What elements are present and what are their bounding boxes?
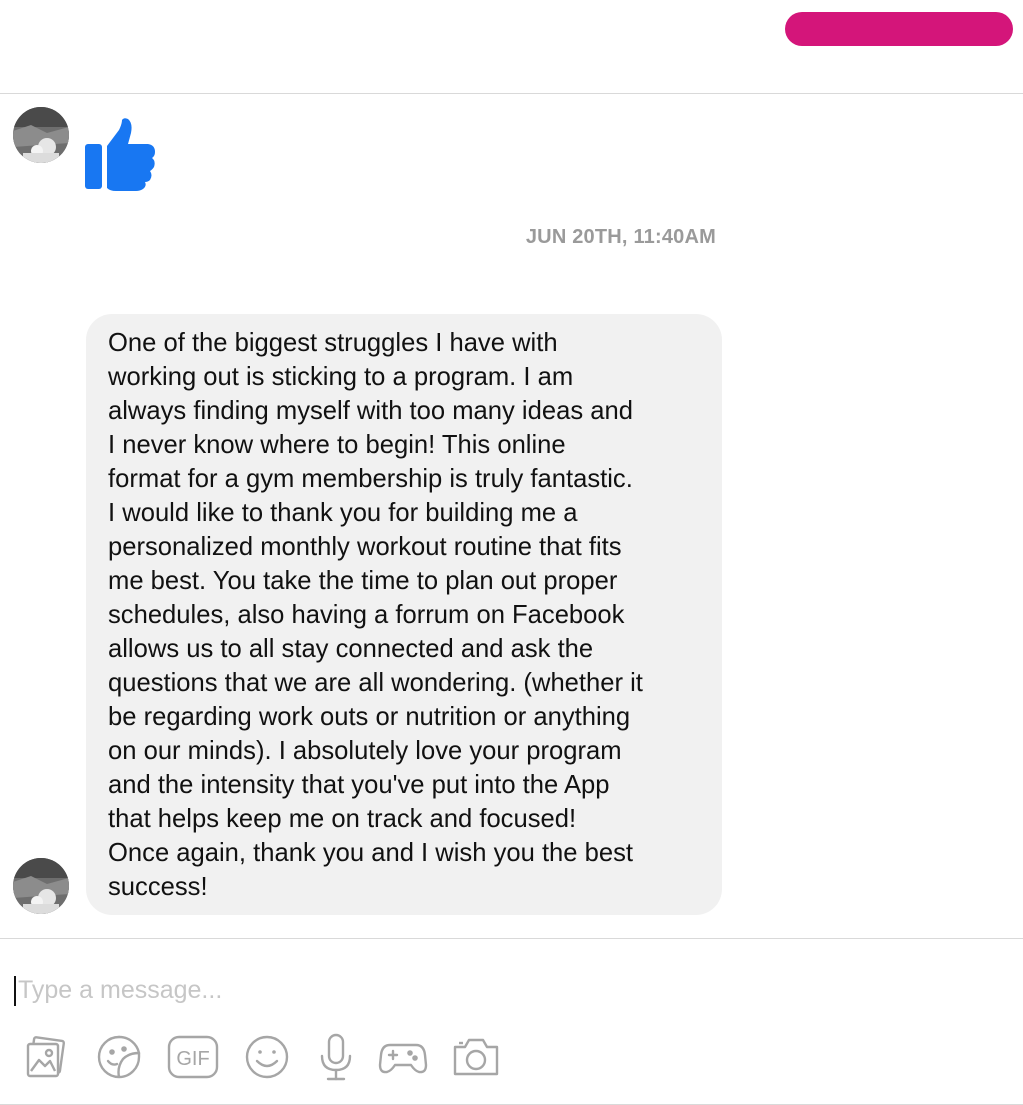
camera-button[interactable] (450, 1030, 502, 1084)
message-bubble[interactable]: One of the biggest struggles I have with… (86, 314, 722, 915)
microphone-button[interactable] (310, 1030, 362, 1084)
games-button[interactable] (377, 1030, 429, 1084)
game-controller-icon (378, 1043, 428, 1074)
composer-divider (0, 938, 1023, 939)
sender-avatar[interactable] (13, 858, 69, 914)
message-input[interactable] (18, 972, 918, 1008)
thumbs-up-icon (82, 116, 160, 192)
microphone-icon (320, 1033, 352, 1081)
photo-icon (26, 1036, 66, 1078)
text-cursor (14, 976, 16, 1006)
gif-icon: GIF (167, 1035, 219, 1079)
gif-label: GIF (176, 1048, 209, 1070)
header-divider (0, 93, 1023, 94)
messenger-chat-window: JUN 20TH, 11:40AM One of the biggest str… (0, 0, 1023, 1105)
sender-avatar[interactable] (13, 107, 69, 163)
composer-toolbar: GIF (0, 1030, 1023, 1086)
message-timestamp: JUN 20TH, 11:40AM (525, 226, 716, 248)
sticker-icon (97, 1035, 141, 1079)
header-action-pill[interactable] (785, 12, 1013, 46)
emoji-button[interactable] (241, 1030, 293, 1084)
camera-icon (453, 1038, 499, 1076)
sticker-button[interactable] (93, 1030, 145, 1084)
message-composer (14, 972, 974, 1008)
photo-button[interactable] (20, 1030, 72, 1084)
gif-button[interactable]: GIF (167, 1030, 219, 1084)
emoji-icon (245, 1035, 289, 1079)
